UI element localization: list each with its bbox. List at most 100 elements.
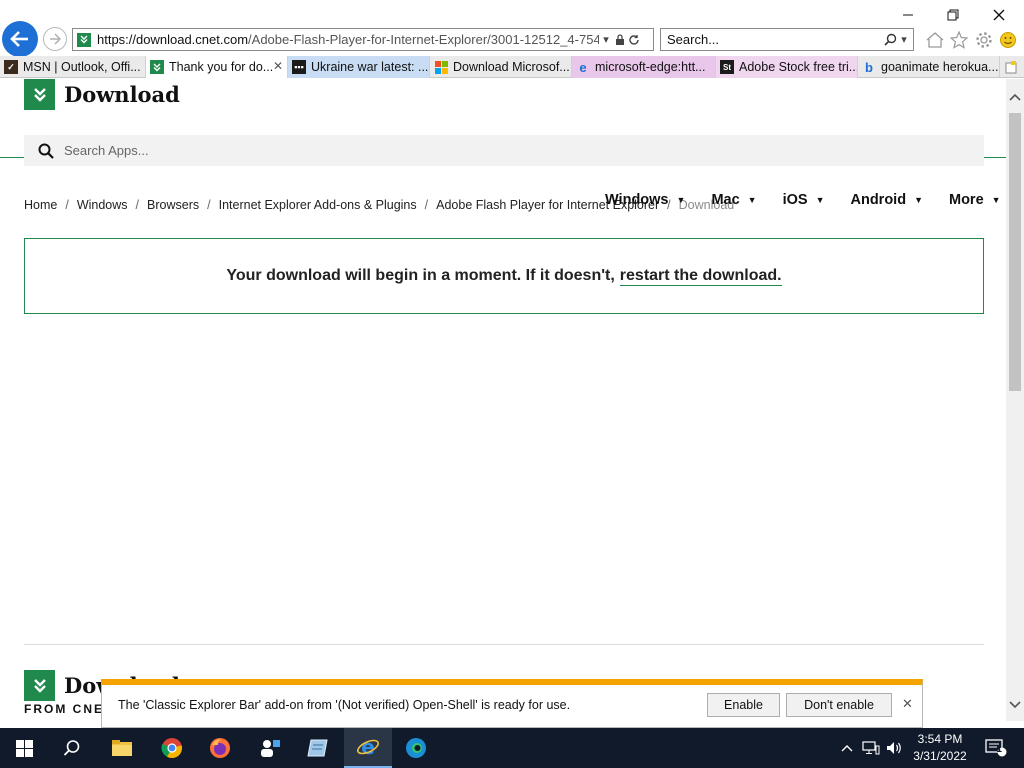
windows-logo-icon (15, 739, 33, 757)
address-bar[interactable]: https://download.cnet.com/Adobe-Flash-Pl… (72, 28, 654, 51)
close-notification-icon[interactable]: ✕ (902, 697, 913, 712)
close-window-button[interactable] (976, 2, 1022, 28)
edge-button[interactable] (392, 728, 440, 768)
platform-nav: Windows ▼ Mac ▼ iOS ▼ Android ▼ More ▼ (605, 192, 1001, 208)
scroll-thumb[interactable] (1009, 113, 1021, 391)
dropdown-caret-icon[interactable]: ▾ (599, 33, 613, 47)
tab-bar: ✓ MSN | Outlook, Offi... Thank you for d… (0, 56, 1024, 78)
msn-icon: ✓ (4, 60, 18, 74)
caret-down-icon: ▼ (991, 195, 1001, 205)
download-notice: Your download will begin in a moment. If… (24, 238, 984, 314)
chrome-icon (161, 738, 182, 759)
url-text[interactable]: https://download.cnet.com/Adobe-Flash-Pl… (97, 32, 599, 47)
tab-msn[interactable]: ✓ MSN | Outlook, Offi... (0, 56, 146, 78)
breadcrumb-separator: / (135, 198, 140, 212)
nav-label: Mac (711, 192, 740, 208)
forward-button[interactable] (43, 27, 67, 51)
site-logo[interactable]: Download (64, 82, 180, 107)
file-explorer-button[interactable] (98, 728, 146, 768)
feedback-smiley-icon[interactable] (998, 30, 1018, 50)
nav-android[interactable]: Android ▼ (850, 192, 923, 208)
breadcrumb-separator: / (424, 198, 429, 212)
app-search-bar[interactable] (24, 135, 984, 166)
action-center-button[interactable]: 1 (982, 739, 1010, 757)
nav-windows[interactable]: Windows ▼ (605, 192, 685, 208)
download-logo-mark[interactable] (24, 79, 55, 110)
start-button[interactable] (0, 728, 48, 768)
windows-taskbar: e 3:54 PM 3/31/2022 1 (0, 728, 1024, 768)
notification-count: 1 (996, 745, 1003, 755)
arrow-right-icon (50, 33, 61, 45)
vertical-scrollbar[interactable] (1006, 79, 1024, 721)
edge-icon (406, 738, 426, 758)
breadcrumb-separator: / (65, 198, 69, 212)
footer-from-cnet: FROM CNET (24, 702, 114, 716)
taskbar-search-button[interactable] (48, 728, 96, 768)
breadcrumb-home[interactable]: Home (24, 198, 57, 212)
nav-label: Windows (605, 192, 669, 208)
favorites-star-icon[interactable] (949, 30, 969, 50)
new-tab-button[interactable] (1000, 56, 1024, 78)
footer-divider (24, 644, 984, 645)
news-icon: ▪▪▪ (292, 60, 306, 74)
breadcrumb-windows[interactable]: Windows (77, 198, 128, 212)
adobe-stock-icon: St (720, 60, 734, 74)
tab-ukraine[interactable]: ▪▪▪ Ukraine war latest: ... (288, 56, 430, 78)
volume-icon[interactable] (885, 739, 905, 757)
search-icon (38, 143, 54, 159)
breadcrumb-browsers[interactable]: Browsers (147, 198, 199, 212)
notice-text: Your download will begin in a moment. If… (226, 267, 615, 284)
close-tab-icon[interactable]: ✕ (273, 59, 283, 73)
show-hidden-icons[interactable] (838, 739, 856, 757)
minimize-button[interactable] (885, 2, 931, 28)
folder-icon (112, 740, 132, 756)
tab-download-microsoft[interactable]: Download Microsof... (430, 56, 572, 78)
tab-label: Thank you for do... (169, 60, 274, 74)
footer-logo-mark[interactable] (24, 670, 55, 701)
breadcrumb-ie-addons[interactable]: Internet Explorer Add-ons & Plugins (219, 198, 417, 212)
web-page: Download Home / Windows / Browsers / Internet … (0, 79, 1006, 727)
nav-ios[interactable]: iOS ▼ (783, 192, 825, 208)
header-rule (0, 157, 24, 158)
restore-button[interactable] (930, 2, 976, 28)
svg-text:e: e (361, 735, 375, 759)
firefox-button[interactable] (196, 728, 244, 768)
people-app-button[interactable] (246, 728, 294, 768)
breadcrumb-separator: / (207, 198, 211, 212)
chrome-button[interactable] (148, 728, 196, 768)
search-dropdown-icon[interactable]: ▾ (897, 33, 911, 47)
notepad-app-button[interactable] (294, 728, 342, 768)
back-button[interactable] (2, 21, 38, 57)
settings-gear-icon[interactable] (974, 30, 994, 50)
tab-label: Ukraine war latest: ... (311, 60, 429, 74)
dont-enable-button[interactable]: Don't enable (786, 693, 892, 717)
internet-explorer-button[interactable]: e (344, 728, 392, 768)
refresh-icon[interactable] (627, 33, 641, 47)
search-icon[interactable] (883, 33, 897, 47)
network-icon[interactable] (861, 739, 881, 757)
nav-more[interactable]: More ▼ (949, 192, 1001, 208)
home-icon[interactable] (925, 30, 945, 50)
enable-button[interactable]: Enable (707, 693, 780, 717)
bing-icon: b (865, 59, 873, 75)
app-search-input[interactable] (64, 143, 664, 158)
caret-down-icon: ▼ (676, 195, 686, 205)
browser-search-box[interactable]: ▾ (660, 28, 914, 51)
tab-label: Adobe Stock free tri... (739, 60, 858, 74)
scroll-up-arrow-icon[interactable] (1006, 89, 1024, 105)
nav-mac[interactable]: Mac ▼ (711, 192, 756, 208)
lock-icon[interactable] (613, 33, 627, 47)
browser-search-input[interactable] (661, 32, 871, 47)
system-clock[interactable]: 3:54 PM 3/31/2022 (905, 731, 975, 765)
nav-label: iOS (782, 192, 808, 208)
browser-chrome: https://download.cnet.com/Adobe-Flash-Pl… (0, 0, 1024, 80)
restart-download-link[interactable]: restart the download. (619, 267, 782, 286)
caret-down-icon: ▼ (747, 195, 757, 205)
people-icon (261, 740, 280, 757)
new-tab-icon (1004, 60, 1018, 74)
tab-adobe-stock[interactable]: St Adobe Stock free tri... (716, 56, 858, 78)
tab-thank-you[interactable]: Thank you for do... ✕ (146, 56, 288, 78)
tab-goanimate[interactable]: b goanimate herokua... (858, 56, 1000, 78)
scroll-down-arrow-icon[interactable] (1006, 697, 1024, 713)
tab-microsoft-edge[interactable]: e microsoft-edge:htt... (572, 56, 716, 78)
